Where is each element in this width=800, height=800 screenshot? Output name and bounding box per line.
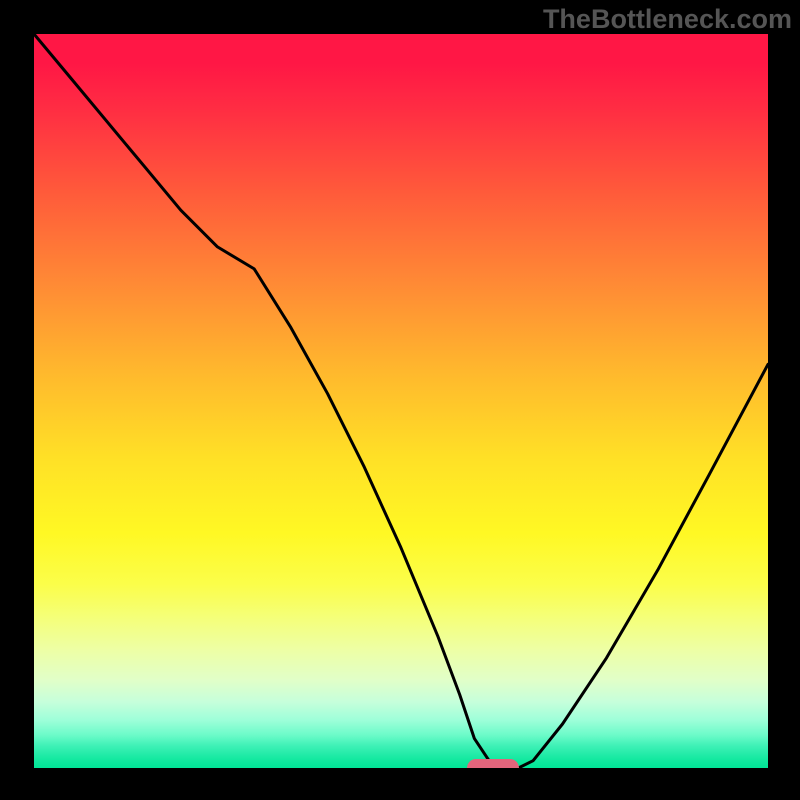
bottleneck-curve: [34, 34, 768, 768]
optimum-marker: [467, 759, 519, 768]
watermark-text: TheBottleneck.com: [543, 4, 792, 35]
plot-area: [34, 34, 768, 768]
chart-frame: TheBottleneck.com: [0, 0, 800, 800]
curve-layer: [34, 34, 768, 768]
